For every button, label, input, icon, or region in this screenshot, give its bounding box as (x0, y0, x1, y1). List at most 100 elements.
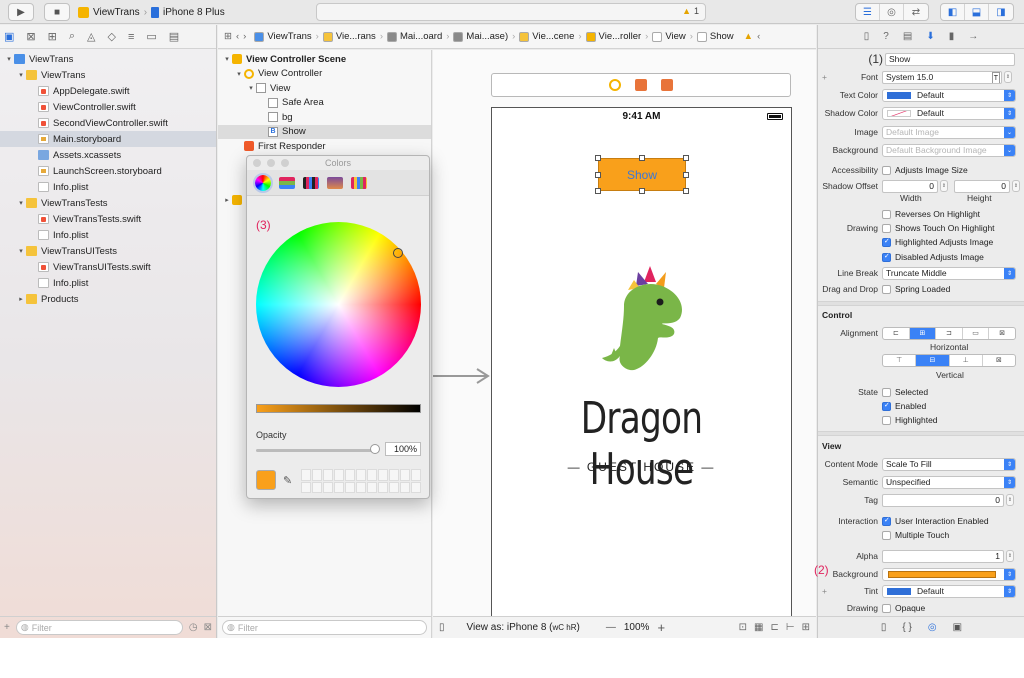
navigator-item[interactable]: SecondViewController.swift (0, 115, 216, 131)
resize-handle[interactable] (639, 155, 645, 161)
breadcrumb-item[interactable]: Vie...rans (321, 31, 378, 42)
disclosure-icon[interactable]: ▾ (4, 55, 14, 63)
identity-inspector-icon[interactable]: ▤ (903, 31, 912, 42)
color-picker-cursor[interactable] (393, 248, 403, 258)
text-color-popup[interactable]: Default ⇕ (882, 88, 1016, 102)
zoom-in-button[interactable]: + (657, 620, 665, 635)
help-icon[interactable]: ? (883, 31, 889, 42)
resize-handle[interactable] (595, 172, 601, 178)
saved-swatches[interactable] (301, 469, 421, 493)
file-inspector-icon[interactable]: ▯ (864, 31, 870, 42)
storyboard-canvas[interactable]: 9:41 AM Show Dragon House — GUEST HOUSE … (433, 50, 816, 627)
forward-icon[interactable]: › (241, 31, 252, 42)
opaque-checkbox[interactable] (882, 603, 891, 613)
align-bottom-icon[interactable]: ⊥ (950, 354, 983, 366)
breadcrumb-item[interactable]: Mai...oard (385, 31, 444, 42)
source-control-icon[interactable]: ⊠ (26, 30, 35, 43)
navigator-item[interactable]: Info.plist (0, 275, 216, 291)
version-editor-icon[interactable]: ⇄ (904, 4, 928, 20)
align-top-icon[interactable]: ⊤ (883, 354, 917, 366)
outline-item[interactable]: bg (218, 110, 431, 125)
resize-handle[interactable] (683, 188, 689, 194)
shadow-height-stepper[interactable]: ⇕ (1012, 180, 1020, 192)
image-palettes-icon[interactable] (327, 176, 343, 189)
empty-swatch[interactable] (400, 481, 410, 493)
shadow-color-popup[interactable]: Default ⇕ (882, 106, 1016, 120)
update-frames-icon[interactable]: ⊡ (739, 622, 747, 633)
adjusts-image-size-checkbox[interactable] (882, 165, 891, 175)
disclosure-icon[interactable]: ▾ (16, 247, 26, 255)
resize-handle[interactable] (639, 188, 645, 194)
navigator-item[interactable]: ViewTransUITests.swift (0, 259, 216, 275)
run-button[interactable]: ▶ (8, 3, 34, 21)
show-button[interactable]: Show (598, 158, 686, 191)
connections-inspector-icon[interactable]: → (968, 31, 978, 42)
breadcrumb-item[interactable]: View (650, 31, 687, 42)
align-fill-icon[interactable]: ▭ (963, 327, 990, 339)
object-library-icon[interactable]: ◎ (928, 622, 937, 633)
empty-swatch[interactable] (389, 481, 399, 493)
empty-swatch[interactable] (378, 481, 388, 493)
empty-swatch[interactable] (334, 481, 344, 493)
outline-item[interactable]: ▾ View Controller (218, 67, 431, 82)
crayons-icon[interactable] (351, 176, 367, 189)
selected-checkbox[interactable] (882, 387, 891, 397)
empty-swatch[interactable] (312, 469, 322, 481)
debug-toggle-icon[interactable]: ⬓ (965, 4, 989, 20)
empty-swatch[interactable] (378, 469, 388, 481)
empty-swatch[interactable] (323, 481, 333, 493)
breadcrumb-item[interactable]: Mai...ase) (451, 31, 510, 42)
empty-swatch[interactable] (334, 469, 344, 481)
media-library-icon[interactable]: ▣ (953, 622, 962, 633)
navigator-item[interactable]: ViewController.swift (0, 99, 216, 115)
color-sliders-icon[interactable] (279, 176, 295, 189)
empty-swatch[interactable] (323, 469, 333, 481)
align-left-icon[interactable]: ⊏ (883, 327, 910, 339)
spring-loaded-checkbox[interactable] (882, 284, 891, 294)
breadcrumb-item[interactable]: ViewTrans (252, 31, 313, 42)
size-inspector-icon[interactable]: ▮ (949, 31, 955, 42)
navigator-item[interactable]: Assets.xcassets (0, 147, 216, 163)
empty-swatch[interactable] (301, 481, 311, 493)
opacity-field[interactable]: 100% (385, 442, 421, 456)
color-wheel[interactable] (256, 222, 421, 387)
view-background-popup[interactable]: ⇕ (882, 567, 1016, 581)
vertical-alignment-control[interactable]: ⊤ ⊟ ⊥ ⊠ (882, 353, 1016, 367)
navigator-item[interactable]: AppDelegate.swift (0, 83, 216, 99)
resize-handle[interactable] (595, 188, 601, 194)
horizontal-alignment-control[interactable]: ⊏ ⊞ ⊐ ▭ ⊠ (882, 326, 1016, 340)
shadow-width-stepper[interactable]: ⇕ (940, 180, 948, 192)
attributes-inspector-icon[interactable]: ⬇ (926, 31, 934, 42)
outline-item[interactable]: ▾ View (218, 81, 431, 96)
empty-swatch[interactable] (356, 481, 366, 493)
navigator-item[interactable]: ViewTransTests.swift (0, 211, 216, 227)
user-interaction-checkbox[interactable] (882, 516, 891, 526)
breadcrumb-item[interactable]: Vie...cene (517, 31, 576, 42)
align-leading-icon[interactable]: ⊠ (989, 328, 1015, 339)
navigator-item[interactable]: LaunchScreen.storyboard (0, 163, 216, 179)
shows-touch-checkbox[interactable] (882, 223, 891, 233)
disabled-adjusts-checkbox[interactable] (882, 252, 891, 262)
highlighted-checkbox[interactable] (882, 415, 891, 425)
font-field[interactable]: System 15.0 T (882, 70, 1002, 84)
navigator-item[interactable]: Info.plist (0, 179, 216, 195)
line-break-popup[interactable]: Truncate Middle ⇕ (882, 266, 1016, 280)
opacity-slider[interactable] (256, 449, 376, 452)
image-popup[interactable]: Default Image ⌄ (882, 125, 1016, 139)
disclosure-icon[interactable]: ▾ (222, 55, 232, 63)
align-fill-vertical-icon[interactable]: ⊠ (983, 355, 1015, 366)
title-field[interactable]: Show (885, 52, 1015, 66)
resize-handle[interactable] (683, 172, 689, 178)
symbol-icon[interactable]: ⊞ (48, 30, 57, 43)
outline-item[interactable]: B Show (218, 124, 431, 139)
empty-swatch[interactable] (367, 469, 377, 481)
tint-popup[interactable]: Default ⇕ (882, 584, 1016, 598)
assistant-editor-icon[interactable]: ◎ (880, 4, 904, 20)
eyedropper-icon[interactable]: ✎ (283, 474, 292, 487)
empty-swatch[interactable] (356, 469, 366, 481)
collapsed-scene-row[interactable]: ▸ (222, 193, 246, 208)
navigator-item[interactable]: ▾ ViewTransTests (0, 195, 216, 211)
alpha-stepper[interactable]: ⇕ (1006, 550, 1014, 562)
warning-indicator[interactable]: ▲ 1 (682, 6, 699, 16)
breadcrumb-item[interactable]: Vie...roller (584, 31, 644, 42)
